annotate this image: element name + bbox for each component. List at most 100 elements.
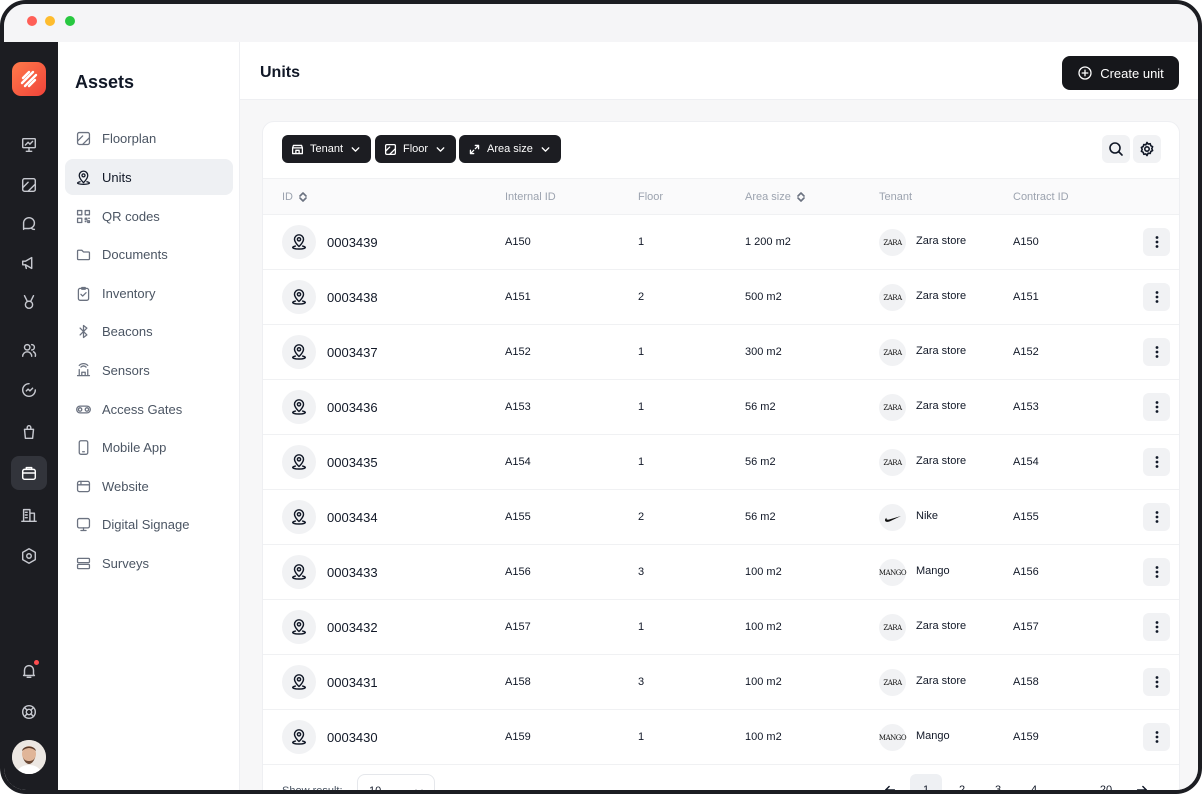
window-maximize-button[interactable] (65, 16, 75, 26)
rail-chat-icon[interactable] (11, 207, 47, 241)
unit-id-cell[interactable]: 0003433 (327, 565, 378, 580)
sidebar-item-floorplan[interactable]: Floorplan (65, 120, 233, 156)
column-header-label: Area size (745, 191, 791, 203)
contract-id-cell: A159 (1013, 731, 1039, 743)
rail-floorplan-icon[interactable] (11, 168, 47, 202)
sidebar-item-access-gates[interactable]: Access Gates (65, 391, 233, 427)
tenant-name-cell[interactable]: Mango (916, 730, 950, 742)
page-button-4[interactable]: 4 (1018, 774, 1050, 790)
unit-id-cell[interactable]: 0003437 (327, 345, 378, 360)
rail-help-ring-icon[interactable] (11, 695, 47, 729)
table-row[interactable]: 0003430 A159 1 100 m2 MANGO Mango A159 (263, 710, 1179, 765)
page-button-2[interactable]: 2 (946, 774, 978, 790)
row-actions-button[interactable] (1143, 283, 1170, 311)
rail-award-icon[interactable] (11, 285, 47, 319)
unit-id-cell[interactable]: 0003435 (327, 455, 378, 470)
table-row[interactable]: 0003437 A152 1 300 m2 ZARA Zara store A152 (263, 325, 1179, 380)
tenant-name-cell[interactable]: Mango (916, 565, 950, 577)
rail-hexagon-settings-icon[interactable] (11, 539, 47, 573)
table-row[interactable]: 0003436 A153 1 56 m2 ZARA Zara store A153 (263, 380, 1179, 435)
rail-bell-icon[interactable] (11, 654, 47, 688)
unit-id-cell[interactable]: 0003432 (327, 620, 378, 635)
column-header-contract-id: Contract ID (1013, 191, 1069, 203)
row-actions-button[interactable] (1143, 558, 1170, 586)
sidebar-item-inventory[interactable]: Inventory (65, 275, 233, 311)
next-page-button[interactable] (1126, 774, 1158, 790)
column-header-id[interactable]: ID (282, 191, 308, 203)
floor-filter-button[interactable]: Floor (375, 135, 457, 163)
rail-shopping-bag-icon[interactable] (11, 415, 47, 449)
tenant-logo: ZARA (879, 339, 906, 366)
tenant-name-cell[interactable]: Nike (916, 510, 938, 522)
unit-id-cell[interactable]: 0003439 (327, 235, 378, 250)
chevron-down-icon (436, 146, 445, 152)
sidebar-item-sensors[interactable]: Sensors (65, 352, 233, 388)
tenant-name-cell[interactable]: Zara store (916, 675, 966, 687)
area-size-filter-button[interactable]: Area size (459, 135, 561, 163)
tenant-name-cell[interactable]: Zara store (916, 400, 966, 412)
tenant-filter-button[interactable]: Tenant (282, 135, 372, 163)
sidebar-item-digital-signage[interactable]: Digital Signage (65, 506, 233, 542)
rail-analytics-icon[interactable] (11, 373, 47, 407)
window-minimize-button[interactable] (45, 16, 55, 26)
table-row[interactable]: 0003432 A157 1 100 m2 ZARA Zara store A157 (263, 600, 1179, 655)
sidebar-item-beacons[interactable]: Beacons (65, 313, 233, 349)
table-header: ID Internal ID Floor Area size Tenant Co… (263, 178, 1179, 215)
unit-id-cell[interactable]: 0003431 (327, 675, 378, 690)
create-unit-button[interactable]: Create unit (1062, 56, 1179, 90)
table-row[interactable]: 0003434 A155 2 56 m2 Nike A155 (263, 490, 1179, 545)
rail-dashboard-icon[interactable] (11, 128, 47, 162)
row-actions-button[interactable] (1143, 503, 1170, 531)
row-actions-button[interactable] (1143, 668, 1170, 696)
unit-id-cell[interactable]: 0003434 (327, 510, 378, 525)
table-row[interactable]: 0003438 A151 2 500 m2 ZARA Zara store A151 (263, 270, 1179, 325)
tenant-name-cell[interactable]: Zara store (916, 620, 966, 632)
page-button-3[interactable]: 3 (982, 774, 1014, 790)
row-actions-button[interactable] (1143, 723, 1170, 751)
tenant-name-cell[interactable]: Zara store (916, 290, 966, 302)
unit-id-cell[interactable]: 0003430 (327, 730, 378, 745)
tenant-name-cell[interactable]: Zara store (916, 345, 966, 357)
prev-page-button[interactable] (874, 774, 906, 790)
area-size-cell: 100 m2 (745, 566, 782, 578)
sidebar-item-units[interactable]: Units (65, 159, 233, 195)
unit-id-cell[interactable]: 0003438 (327, 290, 378, 305)
rail-briefcase-icon[interactable] (11, 456, 47, 490)
window-close-button[interactable] (27, 16, 37, 26)
rail-users-icon[interactable] (11, 333, 47, 367)
phone-icon (78, 439, 89, 455)
user-avatar[interactable] (12, 740, 46, 774)
tenant-name-cell[interactable]: Zara store (916, 455, 966, 467)
sidebar-item-mobile-app[interactable]: Mobile App (65, 429, 233, 465)
unit-id-cell[interactable]: 0003436 (327, 400, 378, 415)
tenant-name-cell[interactable]: Zara store (916, 235, 966, 247)
table-row[interactable]: 0003435 A154 1 56 m2 ZARA Zara store A154 (263, 435, 1179, 490)
area-size-filter-label: Area size (487, 143, 533, 155)
page-button-1[interactable]: 1 (910, 774, 942, 790)
search-icon (1109, 142, 1123, 156)
contract-id-cell: A158 (1013, 676, 1039, 688)
rail-megaphone-icon[interactable] (11, 246, 47, 280)
search-button[interactable] (1102, 135, 1130, 163)
row-actions-button[interactable] (1143, 393, 1170, 421)
page-size-select[interactable]: 10 (357, 774, 435, 790)
row-actions-button[interactable] (1143, 448, 1170, 476)
sidebar-item-documents[interactable]: Documents (65, 236, 233, 272)
column-header-area-size[interactable]: Area size (745, 191, 806, 203)
sidebar-item-qr-codes[interactable]: QR codes (65, 198, 233, 234)
row-actions-button[interactable] (1143, 613, 1170, 641)
sidebar-item-website[interactable]: Website (65, 468, 233, 504)
app-logo[interactable] (12, 62, 46, 96)
page-button-20[interactable]: 20 (1090, 774, 1122, 790)
table-settings-button[interactable] (1133, 135, 1161, 163)
table-row[interactable]: 0003439 A150 1 1 200 m2 ZARA Zara store A150 (263, 215, 1179, 270)
table-row[interactable]: 0003431 A158 3 100 m2 ZARA Zara store A158 (263, 655, 1179, 710)
table-row[interactable]: 0003433 A156 3 100 m2 MANGO Mango A156 (263, 545, 1179, 600)
sidebar-item-label: Sensors (102, 362, 150, 378)
sidebar-item-surveys[interactable]: Surveys (65, 545, 233, 581)
browser-icon (76, 480, 91, 492)
row-actions-button[interactable] (1143, 228, 1170, 256)
rail-building-icon[interactable] (11, 498, 47, 532)
nike-swoosh-icon (884, 515, 901, 522)
row-actions-button[interactable] (1143, 338, 1170, 366)
